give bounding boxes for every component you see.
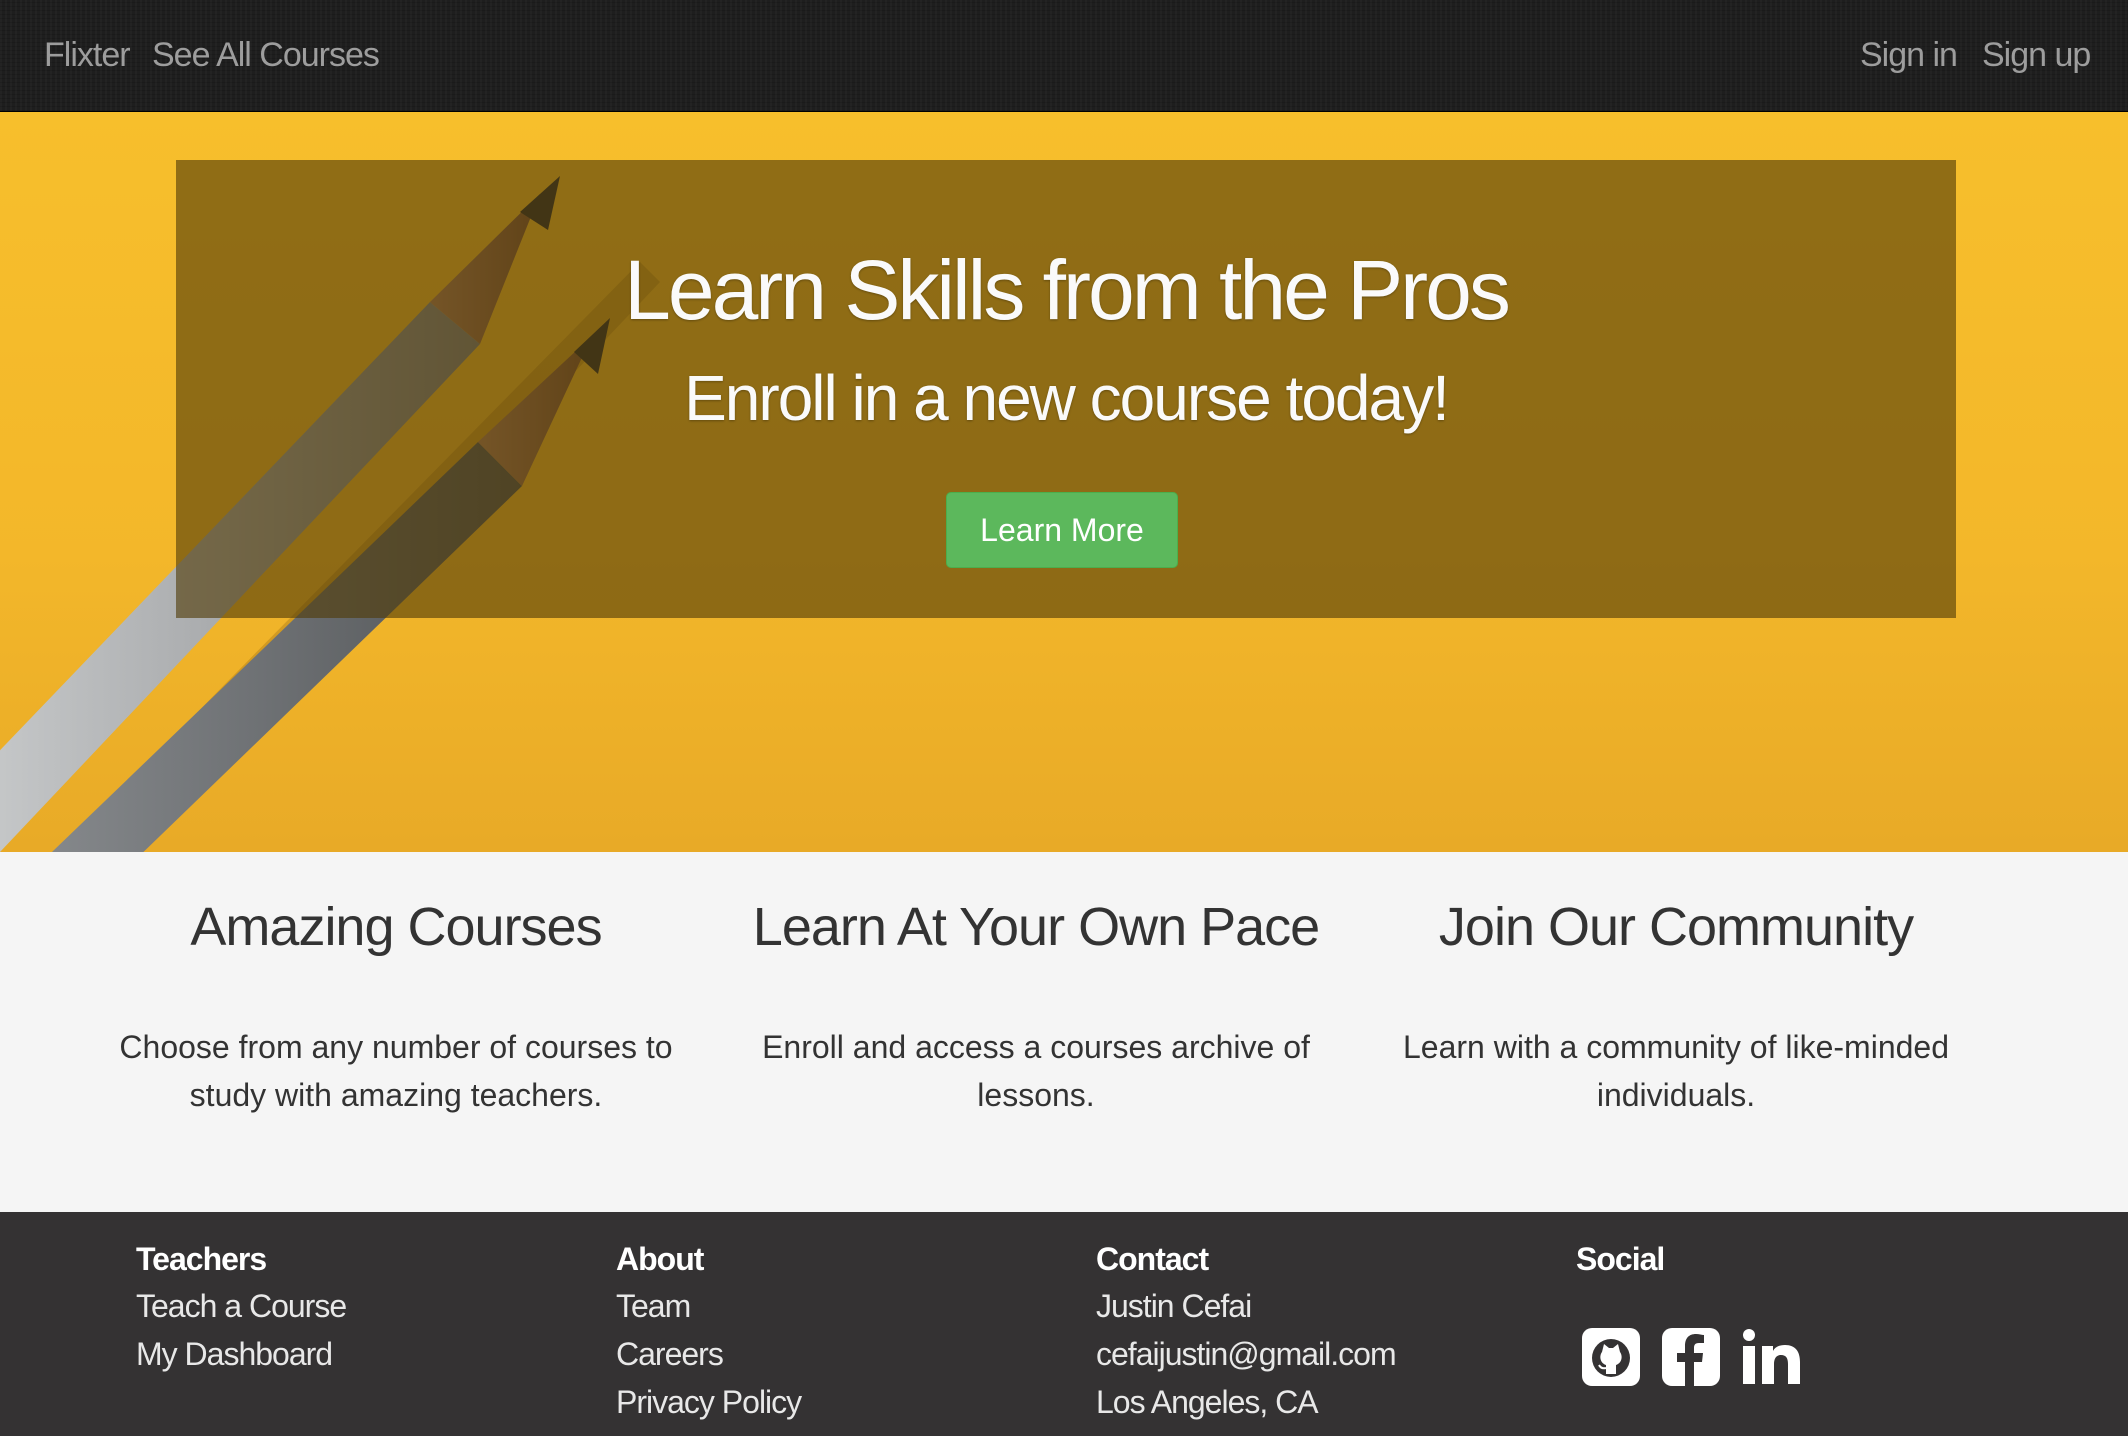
feature-amazing-courses: Amazing Courses Choose from any number o…	[96, 897, 696, 1119]
team-link[interactable]: Team	[616, 1282, 801, 1330]
footer-social-column: Social	[1576, 1236, 1800, 1386]
contact-name: Justin Cefai	[1096, 1288, 1252, 1324]
careers-link[interactable]: Careers	[616, 1330, 801, 1378]
footer-heading: Contact	[1096, 1241, 1209, 1277]
learn-more-button[interactable]: Learn More	[946, 492, 1178, 568]
feature-text: Enroll and access a courses archive of l…	[762, 1029, 1310, 1114]
feature-title: Learn At Your Own Pace	[752, 897, 1320, 957]
privacy-policy-link[interactable]: Privacy Policy	[616, 1378, 802, 1426]
see-all-courses-link[interactable]: See All Courses	[152, 36, 380, 75]
feature-title: Amazing Courses	[190, 897, 602, 957]
footer-heading: Social	[1576, 1241, 1665, 1277]
teach-a-course-link[interactable]: Teach a Course	[136, 1282, 347, 1330]
feature-own-pace: Learn At Your Own Pace Enroll and access…	[736, 897, 1336, 1119]
brand-link[interactable]: Flixter	[44, 36, 131, 75]
footer: Teachers Teach a Course My Dashboard Abo…	[0, 1212, 2128, 1436]
hero-title: Learn Skills from the Pros	[624, 243, 1511, 337]
hero-subtitle: Enroll in a new course today!	[684, 362, 1450, 434]
feature-text: Choose from any number of courses to stu…	[119, 1029, 673, 1114]
sign-in-link[interactable]: Sign in	[1860, 36, 1958, 75]
footer-teachers-column: Teachers Teach a Course My Dashboard	[136, 1236, 347, 1378]
feature-text: Learn with a community of like-minded in…	[1402, 1029, 1949, 1114]
footer-heading: About	[616, 1241, 704, 1277]
footer-about-column: About Team Careers Privacy Policy	[616, 1236, 802, 1426]
features-section: Amazing Courses Choose from any number o…	[0, 852, 2128, 1212]
github-icon[interactable]	[1582, 1328, 1640, 1386]
linkedin-icon[interactable]	[1742, 1328, 1804, 1386]
feature-title: Join Our Community	[1438, 897, 1914, 957]
footer-contact-column: Contact Justin Cefai cefaijustin@gmail.c…	[1096, 1236, 1397, 1426]
feature-community: Join Our Community Learn with a communit…	[1376, 897, 1976, 1119]
footer-heading: Teachers	[136, 1241, 267, 1277]
hero-overlay-box: Learn Skills from the Pros Enroll in a n…	[176, 160, 1956, 618]
social-icons	[1576, 1328, 1836, 1398]
my-dashboard-link[interactable]: My Dashboard	[136, 1330, 346, 1378]
hero-section: Learn Skills from the Pros Enroll in a n…	[0, 112, 2128, 852]
navbar: Flixter See All Courses Sign in Sign up	[0, 0, 2128, 112]
sign-up-link[interactable]: Sign up	[1982, 36, 2091, 75]
contact-email-link[interactable]: cefaijustin@gmail.com	[1096, 1330, 1397, 1378]
facebook-icon[interactable]	[1662, 1328, 1720, 1386]
contact-location: Los Angeles, CA	[1096, 1384, 1319, 1420]
